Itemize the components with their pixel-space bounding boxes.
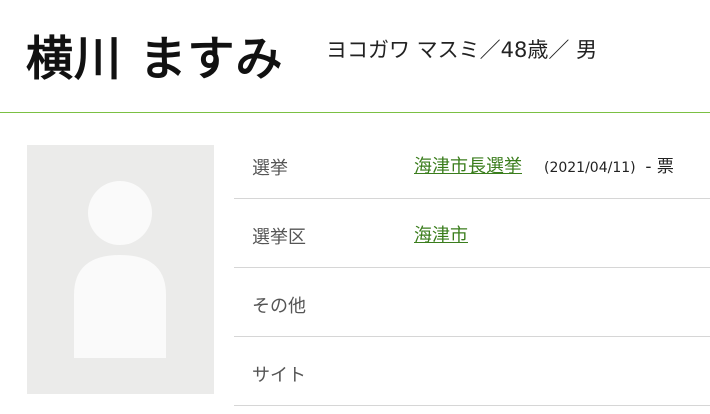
- candidate-photo-placeholder: [27, 145, 214, 394]
- election-date: (2021/04/11): [544, 160, 636, 176]
- info-row-other: その他: [234, 268, 710, 337]
- info-row-site: サイト: [234, 337, 710, 406]
- info-label-district: 選挙区: [252, 227, 306, 248]
- info-label-election: 選挙: [252, 158, 288, 179]
- vote-count: - 票: [645, 157, 674, 177]
- info-label-site: サイト: [252, 365, 306, 386]
- candidate-kana-age-gender: ヨコガワ マスミ／48歳／ 男: [326, 38, 598, 62]
- candidate-info-table: 選挙 海津市長選挙 (2021/04/11) - 票 選挙区 海津市 その他 サイ…: [234, 130, 710, 406]
- info-row-election: 選挙 海津市長選挙 (2021/04/11) - 票: [234, 130, 710, 199]
- info-label-other: その他: [252, 296, 306, 317]
- candidate-name: 横川 ますみ: [26, 32, 284, 87]
- info-value-district: 海津市: [414, 221, 468, 247]
- info-row-district: 選挙区 海津市: [234, 199, 710, 268]
- profile-header: 横川 ますみ ヨコガワ マスミ／48歳／ 男: [0, 0, 710, 113]
- candidate-profile-page: 横川 ますみ ヨコガワ マスミ／48歳／ 男 選挙 海津市長選挙 (2021/04…: [0, 0, 710, 414]
- person-silhouette-icon: [74, 181, 166, 358]
- district-link[interactable]: 海津市: [414, 225, 468, 246]
- info-value-election: 海津市長選挙 (2021/04/11) - 票: [414, 152, 674, 178]
- election-link[interactable]: 海津市長選挙: [414, 156, 522, 177]
